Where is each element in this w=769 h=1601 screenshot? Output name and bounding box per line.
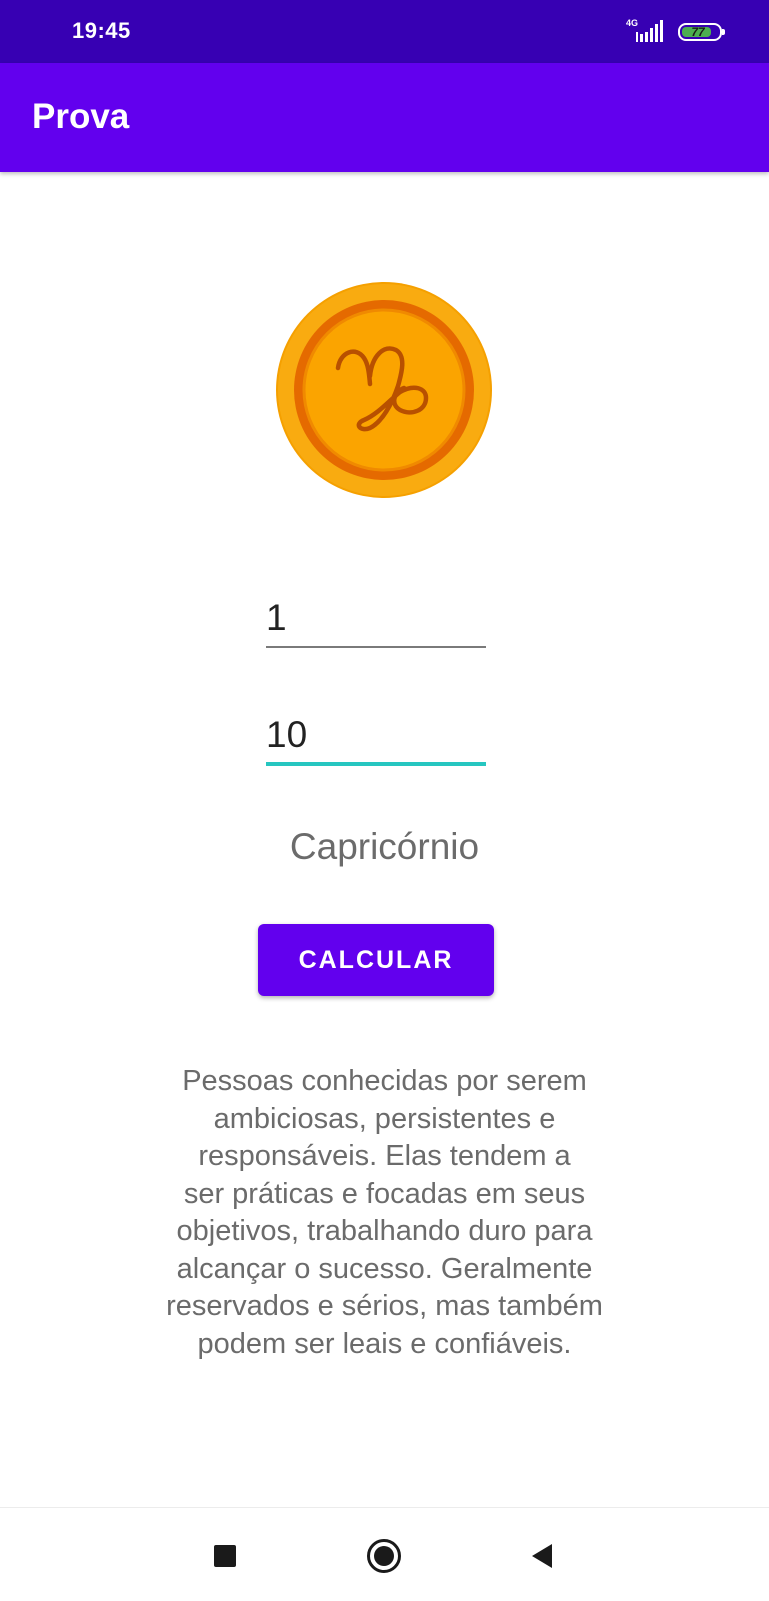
recents-icon [214,1545,236,1567]
calculate-button[interactable]: CALCULAR [258,924,494,996]
battery-cap [722,29,725,35]
recents-button[interactable] [201,1532,249,1580]
app-bar: Prova [0,63,769,172]
description-line: podem ser leais e confiáveis. [197,1327,572,1360]
description-line: alcançar o sucesso. Geralmente [176,1252,593,1285]
month-input[interactable] [266,707,486,763]
description-line: objetivos, trabalhando duro para [176,1215,593,1247]
back-icon [532,1544,552,1568]
description-line: reservados e sérios, mas também [166,1290,603,1322]
month-underline [266,762,486,766]
home-icon [367,1539,401,1573]
capricorn-coin-icon [276,282,492,498]
battery-level: 77 [691,25,705,39]
description-line: ambiciosas, persistentes e [213,1102,556,1135]
description-line: ser práticas e focadas em seus [183,1177,586,1210]
navigation-bar [0,1507,769,1601]
status-time: 19:45 [72,18,131,43]
description-line: responsáveis. Elas tendem a [198,1140,571,1172]
status-bar: 19:45 4G 77 [0,0,769,63]
battery-icon: 77 [678,23,725,41]
day-input[interactable] [266,590,486,646]
month-field[interactable] [266,707,486,767]
day-underline [266,646,486,648]
app-title: Prova [32,97,130,136]
day-field[interactable] [266,590,486,650]
sign-name: Capricórnio [289,826,480,867]
signal-icon: 4G [626,18,670,46]
home-button[interactable] [360,1532,408,1580]
description-line: Pessoas conhecidas por serem [182,1065,587,1097]
back-button[interactable] [518,1532,566,1580]
sign-description: Pessoas conhecidas por serem ambiciosas,… [140,1063,629,1363]
